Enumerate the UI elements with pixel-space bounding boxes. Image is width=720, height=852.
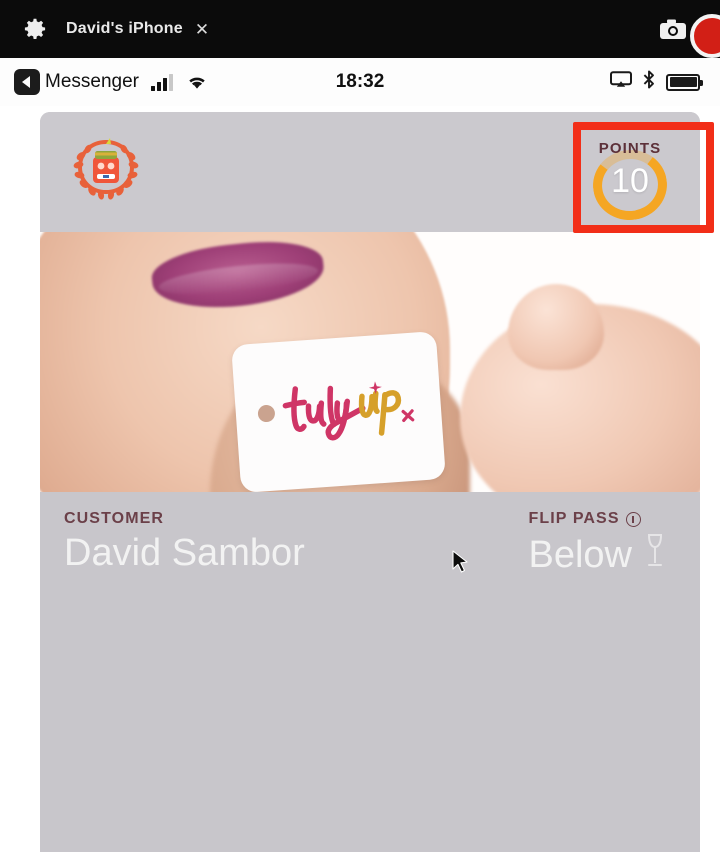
back-chevron-icon[interactable]: [14, 69, 40, 95]
flip-pass-value-row: Below: [529, 532, 667, 578]
truly-vip-tag: [231, 331, 446, 492]
card-info-strip: CUSTOMER David Sambor FLIP PASS Below: [40, 492, 700, 578]
airplay-icon: [610, 70, 632, 94]
close-icon[interactable]: ✕: [195, 21, 209, 38]
customer-label: CUSTOMER: [64, 510, 165, 527]
record-button[interactable]: [690, 14, 720, 58]
screen-root: David's iPhone ✕ Messenger 18:32 POINTS …: [0, 0, 720, 852]
status-bar-right-group: [610, 70, 710, 94]
loyalty-card: POINTS 10 CUSTOMER David Sambor FLIP PAS…: [40, 112, 700, 852]
info-circle-icon[interactable]: [625, 511, 641, 527]
camera-icon[interactable]: [658, 17, 688, 41]
hero-image: [40, 232, 700, 492]
points-label: POINTS: [598, 140, 662, 157]
points-badge[interactable]: POINTS 10: [576, 122, 684, 225]
wifi-icon: [185, 73, 209, 91]
window-title: David's iPhone: [66, 20, 183, 37]
flip-pass-block[interactable]: FLIP PASS Below: [529, 510, 677, 578]
battery-full-icon: [666, 73, 703, 91]
window-title-bar: David's iPhone ✕: [0, 0, 720, 58]
flip-pass-value: Below: [528, 533, 633, 576]
flip-pass-label-row: FLIP PASS: [529, 510, 667, 528]
card-header: POINTS 10: [40, 112, 700, 232]
cellular-signal-icon: [151, 73, 173, 91]
status-bar-carrier-label: Messenger: [45, 71, 139, 92]
truly-vip-wordmark: [275, 362, 431, 462]
customer-block: CUSTOMER David Sambor: [64, 510, 305, 578]
points-value: 10: [611, 162, 649, 200]
gear-icon[interactable]: [22, 16, 48, 42]
laurel-wreath-badge-icon: [65, 130, 147, 212]
wine-glass-icon: [644, 532, 666, 578]
ios-status-bar: Messenger 18:32: [0, 58, 720, 106]
tag-hole: [257, 404, 276, 423]
customer-name: David Sambor: [64, 532, 305, 574]
bluetooth-icon: [643, 70, 655, 94]
flip-pass-label: FLIP PASS: [528, 510, 620, 527]
